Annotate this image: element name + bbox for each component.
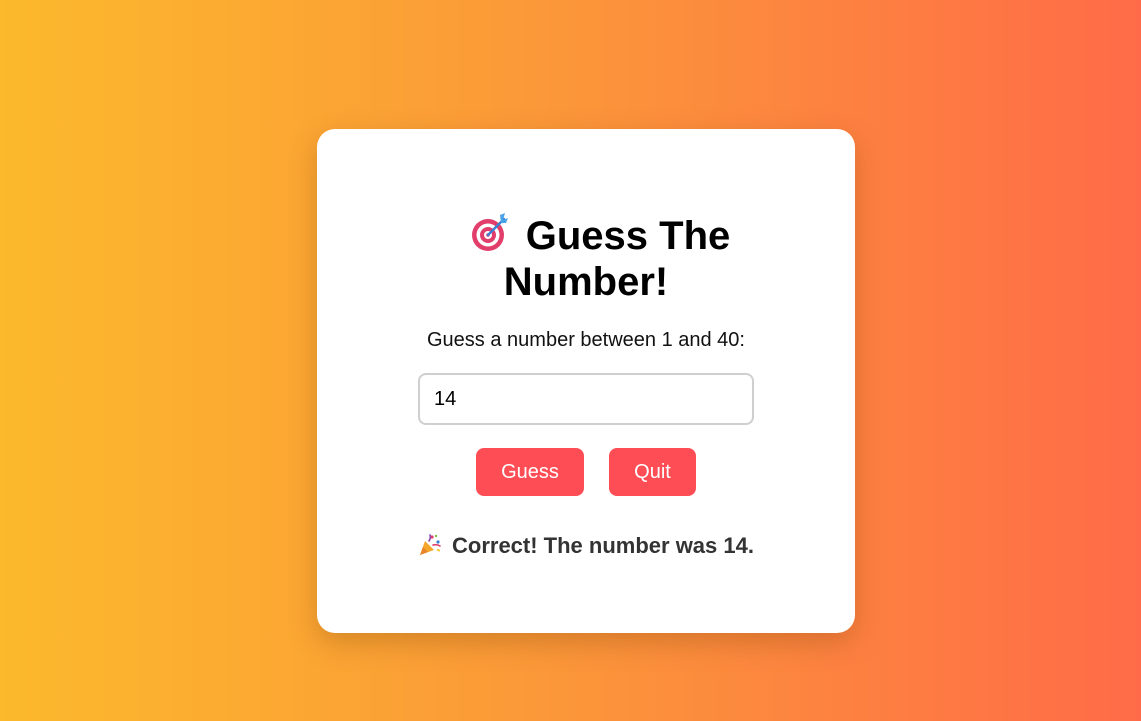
title-line-1: Guess The	[317, 211, 855, 259]
game-card: Guess The Number! Guess a number between…	[317, 129, 855, 633]
guess-button[interactable]: Guess	[476, 448, 584, 496]
result-message: Correct! The number was 14.	[317, 533, 855, 559]
target-dart-icon	[471, 213, 508, 251]
guess-input[interactable]	[418, 373, 754, 425]
page-title: Guess The Number!	[317, 211, 855, 305]
result-text: Correct! The number was 14.	[452, 533, 754, 558]
party-popper-icon	[420, 534, 441, 555]
quit-button[interactable]: Quit	[609, 448, 696, 496]
guess-prompt: Guess a number between 1 and 40:	[427, 329, 745, 351]
title-line-2: Number!	[503, 260, 669, 304]
title-text-1: Guess The	[525, 214, 731, 258]
